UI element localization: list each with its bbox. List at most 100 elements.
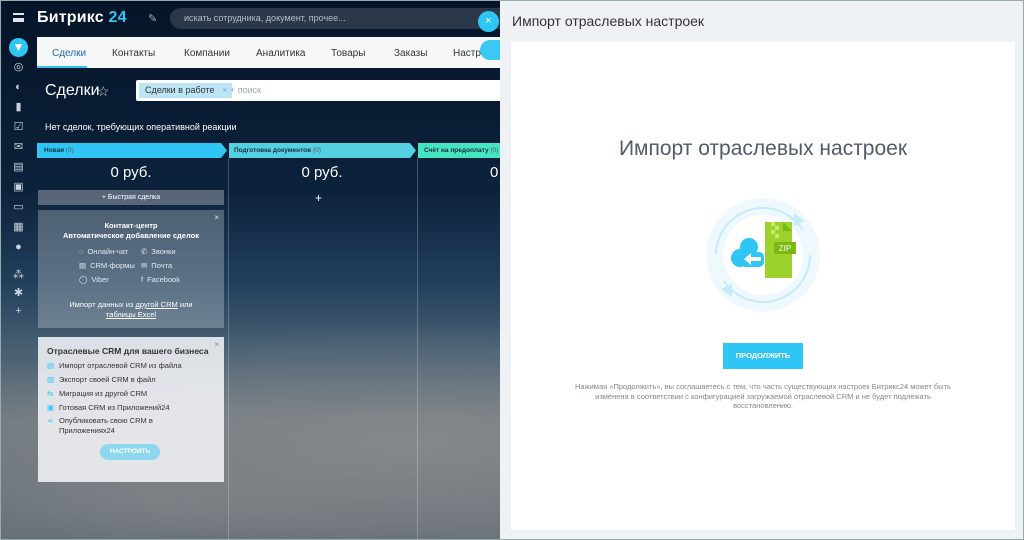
- stage-docs: Подготовка документов (0): [228, 143, 321, 158]
- search-placeholder: искать сотрудника, документ, прочее...: [184, 13, 346, 23]
- channel-label: Почта: [151, 261, 173, 270]
- filter-funnel-icon[interactable]: ▼: [9, 38, 28, 57]
- import-excel-row: таблицы Excel: [38, 310, 224, 319]
- publish-crm-link[interactable]: ⋖ Опубликовать свою CRM в: [47, 416, 153, 426]
- import-heading: Импорт отраслевых настроек: [618, 137, 908, 160]
- viber-icon: ◯: [79, 275, 88, 284]
- export-crm-link[interactable]: ▥ Экспорт своей CRM в файл: [47, 375, 156, 385]
- apps-icon[interactable]: ▦: [12, 221, 25, 234]
- channel-label: CRM-формы: [90, 261, 135, 270]
- import-industry-crm-link[interactable]: ▤ Импорт отраслевой CRM из файла: [47, 361, 182, 371]
- contacts-icon[interactable]: ◐: [12, 81, 25, 94]
- migration-icon: ⇆: [47, 389, 54, 398]
- contact-center-card: × Контакт-центр Автоматическое добавлени…: [38, 210, 224, 328]
- stage-sum: 0 руб.: [301, 164, 343, 181]
- close-icon[interactable]: ×: [214, 340, 219, 349]
- import-other-crm-link[interactable]: другой CRM: [135, 300, 177, 309]
- cart-icon[interactable]: ▣: [12, 181, 25, 194]
- ready-crm-link[interactable]: ▣ Готовая CRM из Приложений24: [47, 403, 170, 413]
- stage-count: (0): [312, 147, 321, 154]
- channel-mail[interactable]: ✉ Почта: [141, 261, 172, 270]
- chip-remove-icon[interactable]: ×: [222, 83, 227, 98]
- add-icon[interactable]: +: [12, 305, 25, 318]
- panel-content: Импорт отраслевых настроек ZIP ПРОДОЛЖИТ…: [511, 42, 1015, 530]
- channel-online-chat[interactable]: ◌ Онлайн-чат: [79, 247, 128, 256]
- stage-name: Счёт на предоплату: [424, 147, 489, 154]
- left-rail: ▼ ◎ ◐ ▮ ☑ ✉ ▤ ▣ ▭ ▦ ● ⁂ ✱ +: [0, 0, 37, 540]
- star-icon[interactable]: ☆: [97, 83, 110, 100]
- analytics-icon[interactable]: ▮: [12, 101, 25, 114]
- side-panel: Импорт отраслевых настроек Импорт отрасл…: [500, 0, 1024, 540]
- file-import-icon: ▤: [47, 361, 55, 370]
- tasks-icon[interactable]: ☑: [12, 121, 25, 134]
- search-input[interactable]: искать сотрудника, документ, прочее...: [170, 8, 500, 29]
- top-bar: Битрикс 24 ✎ искать сотрудника, документ…: [0, 0, 500, 36]
- filter-chip[interactable]: Сделки в работе ×: [139, 83, 233, 98]
- configure-button[interactable]: НАСТРОИТЬ: [100, 444, 160, 460]
- contact-center-title: Контакт-центр: [104, 221, 158, 230]
- tab-products[interactable]: Товары: [331, 48, 365, 59]
- logo-number: 24: [108, 9, 127, 26]
- industry-crm-card: × Отраслевые CRM для вашего бизнеса ▤ Имп…: [38, 337, 224, 482]
- close-panel-button[interactable]: ×: [478, 11, 499, 32]
- import-excel-link[interactable]: таблицы Excel: [106, 310, 156, 319]
- import-illustration: ZIP: [706, 198, 820, 312]
- stage-count: (0): [490, 147, 499, 154]
- logo[interactable]: Битрикс 24: [37, 9, 127, 27]
- chat-icon: ◌: [79, 247, 84, 256]
- item-label: Миграция из другой CRM: [59, 389, 148, 398]
- crm-tabs: Сделки Контакты Компании Аналитика Товар…: [37, 37, 500, 68]
- stage-prepay: Счёт на предоплату (0): [418, 143, 498, 158]
- active-tab-indicator: [37, 66, 87, 68]
- tab-contacts[interactable]: Контакты: [112, 48, 155, 59]
- migration-link[interactable]: ⇆ Миграция из другой CRM: [47, 389, 147, 399]
- import-text: Импорт данных из другой CRM или: [38, 300, 224, 309]
- stage-name: Подготовка документов: [234, 147, 312, 154]
- channel-crm-forms[interactable]: ▤ CRM-формы: [79, 261, 135, 270]
- item-label: Экспорт своей CRM в файл: [59, 375, 156, 384]
- agreement-note: Нажимая «Продолжить», вы соглашаетесь с …: [575, 382, 951, 410]
- column-divider: [228, 158, 229, 540]
- mail-icon[interactable]: ✉: [12, 141, 25, 154]
- target-icon[interactable]: ◎: [12, 61, 25, 74]
- filter-search[interactable]: Сделки в работе × + поиск: [136, 80, 500, 101]
- tab-deals[interactable]: Сделки: [52, 48, 86, 59]
- item-label: Импорт отраслевой CRM из файла: [59, 361, 182, 370]
- add-deal-icon[interactable]: +: [315, 191, 322, 205]
- pencil-icon[interactable]: ✎: [148, 12, 157, 25]
- tab-analytics[interactable]: Аналитика: [256, 48, 306, 59]
- page-title: Сделки: [45, 82, 100, 99]
- calendar-icon[interactable]: ▭: [12, 201, 25, 214]
- stage-name: Новая: [44, 147, 64, 154]
- tab-orders[interactable]: Заказы: [394, 48, 427, 59]
- channel-viber[interactable]: ◯ Viber: [79, 275, 109, 284]
- form-icon: ▤: [79, 261, 87, 270]
- settings-icon[interactable]: ✱: [12, 287, 25, 300]
- check-icon[interactable]: ●: [12, 241, 25, 254]
- store-icon[interactable]: ▤: [12, 161, 25, 174]
- stage-sum: 0: [490, 164, 499, 181]
- tab-companies[interactable]: Компании: [184, 48, 230, 59]
- filter-placeholder: + поиск: [230, 85, 262, 95]
- channel-label: Facebook: [147, 275, 181, 284]
- logo-text: Битрикс: [37, 9, 104, 26]
- stage-count: (0): [65, 147, 74, 154]
- structure-icon[interactable]: ⁂: [12, 269, 25, 282]
- import-prefix: Импорт данных из: [69, 300, 134, 309]
- channel-facebook[interactable]: f Facebook: [141, 275, 180, 284]
- channel-calls[interactable]: ✆ Звонки: [141, 247, 176, 256]
- publish-crm-link-line2[interactable]: Приложениях24: [59, 426, 115, 436]
- contact-center-subtitle: Автоматическое добавление сделок: [63, 231, 199, 240]
- tab-settings[interactable]: Настр: [453, 48, 481, 59]
- share-icon: ⋖: [47, 416, 54, 425]
- crm-page: Битрикс 24 ✎ искать сотрудника, документ…: [0, 0, 500, 540]
- stage-new: Новая (0): [38, 143, 74, 158]
- industry-crm-title: Отраслевые CRM для вашего бизнеса: [47, 346, 209, 356]
- phone-icon: ✆: [141, 247, 148, 256]
- channel-label: Звонки: [151, 247, 176, 256]
- continue-button[interactable]: ПРОДОЛЖИТЬ: [723, 343, 803, 369]
- stage-sum: 0 руб.: [110, 164, 152, 181]
- item-label: Опубликовать свою CRM в: [59, 416, 153, 425]
- quick-deal-button[interactable]: + Быстрая сделка: [38, 190, 224, 205]
- channel-label: Viber: [91, 275, 109, 284]
